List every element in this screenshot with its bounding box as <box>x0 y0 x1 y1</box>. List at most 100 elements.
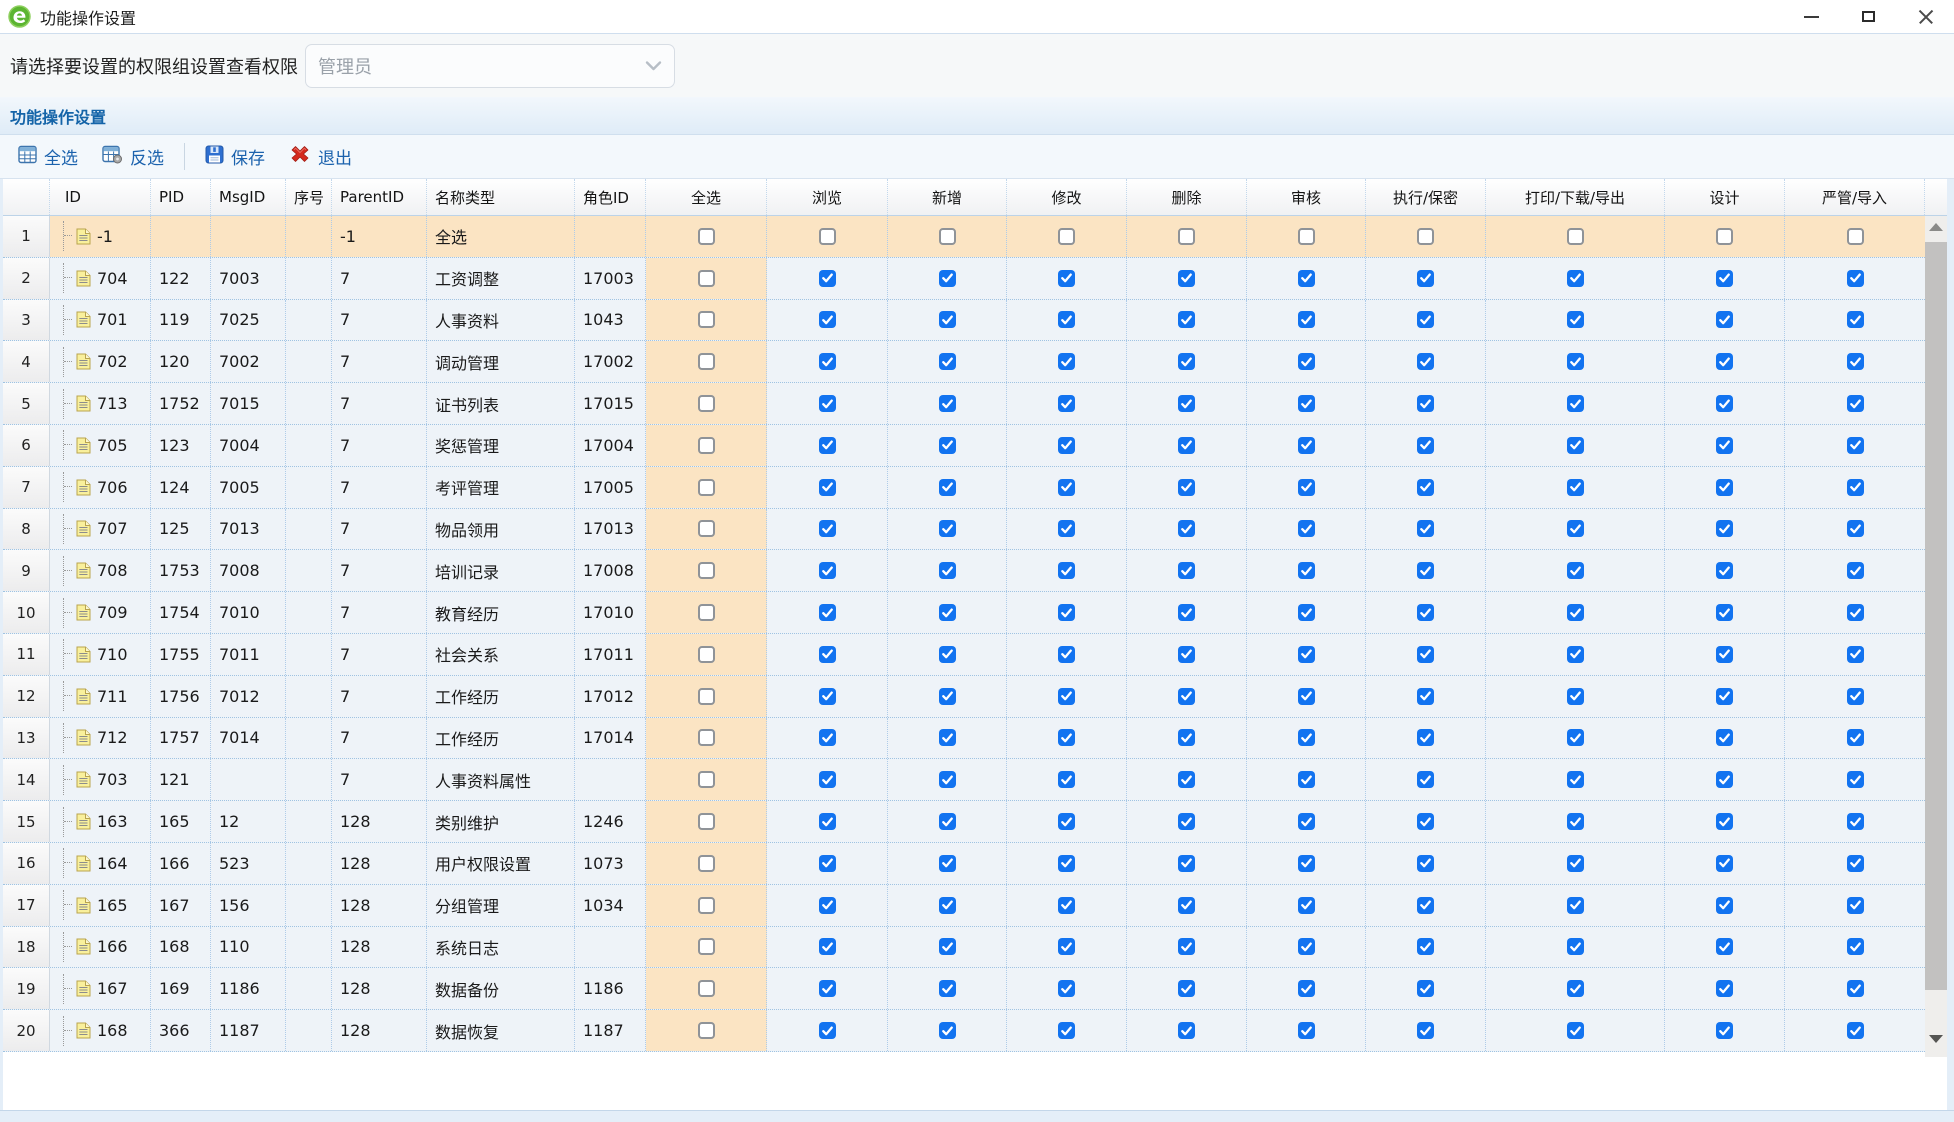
column-header-del[interactable]: 删除 <box>1127 179 1247 215</box>
checkbox-modify[interactable] <box>1058 353 1075 370</box>
checkbox-design[interactable] <box>1716 855 1733 872</box>
checkbox-add[interactable] <box>939 479 956 496</box>
checkbox-add[interactable] <box>939 980 956 997</box>
checkbox-audit[interactable] <box>1298 688 1315 705</box>
checkbox-modify[interactable] <box>1058 604 1075 621</box>
checkbox-strict[interactable] <box>1847 1022 1864 1039</box>
checkbox-add[interactable] <box>939 729 956 746</box>
checkbox-del[interactable] <box>1178 562 1195 579</box>
checkbox-print[interactable] <box>1567 353 1584 370</box>
column-header-name[interactable]: 名称类型 <box>427 179 575 215</box>
checkbox-selectall[interactable] <box>698 813 715 830</box>
checkbox-print[interactable] <box>1567 813 1584 830</box>
checkbox-strict[interactable] <box>1847 311 1864 328</box>
checkbox-strict[interactable] <box>1847 604 1864 621</box>
checkbox-browse[interactable] <box>819 938 836 955</box>
table-row[interactable]: 191671691186128数据备份1186 <box>3 968 1925 1010</box>
checkbox-strict[interactable] <box>1847 520 1864 537</box>
checkbox-strict[interactable] <box>1847 855 1864 872</box>
checkbox-del[interactable] <box>1178 604 1195 621</box>
checkbox-add[interactable] <box>939 562 956 579</box>
checkbox-exec[interactable] <box>1417 520 1434 537</box>
checkbox-add[interactable] <box>939 855 956 872</box>
column-header-roleid[interactable]: 角色ID <box>575 179 646 215</box>
table-row[interactable]: 5713175270157证书列表17015 <box>3 383 1925 425</box>
checkbox-browse[interactable] <box>819 855 836 872</box>
checkbox-modify[interactable] <box>1058 562 1075 579</box>
checkbox-audit[interactable] <box>1298 813 1315 830</box>
checkbox-modify[interactable] <box>1058 311 1075 328</box>
checkbox-strict[interactable] <box>1847 270 1864 287</box>
checkbox-audit[interactable] <box>1298 1022 1315 1039</box>
checkbox-del[interactable] <box>1178 353 1195 370</box>
column-header-design[interactable]: 设计 <box>1665 179 1785 215</box>
checkbox-design[interactable] <box>1716 479 1733 496</box>
invert-selection-button[interactable]: 反选 <box>96 140 170 173</box>
checkbox-selectall[interactable] <box>698 855 715 872</box>
checkbox-browse[interactable] <box>819 688 836 705</box>
checkbox-selectall[interactable] <box>698 646 715 663</box>
checkbox-strict[interactable] <box>1847 646 1864 663</box>
checkbox-browse[interactable] <box>819 311 836 328</box>
checkbox-exec[interactable] <box>1417 855 1434 872</box>
checkbox-audit[interactable] <box>1298 771 1315 788</box>
checkbox-browse[interactable] <box>819 604 836 621</box>
checkbox-strict[interactable] <box>1847 813 1864 830</box>
checkbox-del[interactable] <box>1178 479 1195 496</box>
checkbox-audit[interactable] <box>1298 980 1315 997</box>
checkbox-print[interactable] <box>1567 980 1584 997</box>
checkbox-del[interactable] <box>1178 688 1195 705</box>
table-row[interactable]: 147031217人事资料属性 <box>3 759 1925 801</box>
checkbox-exec[interactable] <box>1417 646 1434 663</box>
checkbox-design[interactable] <box>1716 938 1733 955</box>
checkbox-add[interactable] <box>939 604 956 621</box>
checkbox-add[interactable] <box>939 813 956 830</box>
checkbox-browse[interactable] <box>819 353 836 370</box>
checkbox-browse[interactable] <box>819 980 836 997</box>
checkbox-exec[interactable] <box>1417 938 1434 955</box>
checkbox-modify[interactable] <box>1058 729 1075 746</box>
checkbox-selectall[interactable] <box>698 520 715 537</box>
checkbox-modify[interactable] <box>1058 479 1075 496</box>
checkbox-exec[interactable] <box>1417 228 1434 245</box>
checkbox-audit[interactable] <box>1298 270 1315 287</box>
checkbox-strict[interactable] <box>1847 479 1864 496</box>
checkbox-exec[interactable] <box>1417 311 1434 328</box>
checkbox-audit[interactable] <box>1298 311 1315 328</box>
checkbox-selectall[interactable] <box>698 562 715 579</box>
checkbox-selectall[interactable] <box>698 938 715 955</box>
checkbox-print[interactable] <box>1567 604 1584 621</box>
checkbox-modify[interactable] <box>1058 771 1075 788</box>
checkbox-audit[interactable] <box>1298 353 1315 370</box>
checkbox-design[interactable] <box>1716 311 1733 328</box>
column-header-id[interactable]: ID <box>50 179 151 215</box>
checkbox-del[interactable] <box>1178 771 1195 788</box>
table-row[interactable]: 1-1-1全选 <box>3 216 1925 258</box>
checkbox-print[interactable] <box>1567 897 1584 914</box>
checkbox-strict[interactable] <box>1847 228 1864 245</box>
checkbox-print[interactable] <box>1567 479 1584 496</box>
checkbox-exec[interactable] <box>1417 479 1434 496</box>
checkbox-selectall[interactable] <box>698 228 715 245</box>
checkbox-design[interactable] <box>1716 437 1733 454</box>
checkbox-exec[interactable] <box>1417 437 1434 454</box>
checkbox-print[interactable] <box>1567 1022 1584 1039</box>
checkbox-modify[interactable] <box>1058 270 1075 287</box>
checkbox-modify[interactable] <box>1058 228 1075 245</box>
checkbox-add[interactable] <box>939 270 956 287</box>
column-header-modify[interactable]: 修改 <box>1007 179 1127 215</box>
checkbox-exec[interactable] <box>1417 771 1434 788</box>
checkbox-selectall[interactable] <box>698 270 715 287</box>
checkbox-design[interactable] <box>1716 604 1733 621</box>
checkbox-selectall[interactable] <box>698 604 715 621</box>
table-row[interactable]: 11710175570117社会关系17011 <box>3 634 1925 676</box>
checkbox-browse[interactable] <box>819 729 836 746</box>
scroll-up-button[interactable] <box>1925 218 1947 236</box>
checkbox-print[interactable] <box>1567 771 1584 788</box>
checkbox-design[interactable] <box>1716 771 1733 788</box>
checkbox-browse[interactable] <box>819 813 836 830</box>
checkbox-selectall[interactable] <box>698 479 715 496</box>
checkbox-add[interactable] <box>939 646 956 663</box>
checkbox-strict[interactable] <box>1847 729 1864 746</box>
checkbox-strict[interactable] <box>1847 771 1864 788</box>
